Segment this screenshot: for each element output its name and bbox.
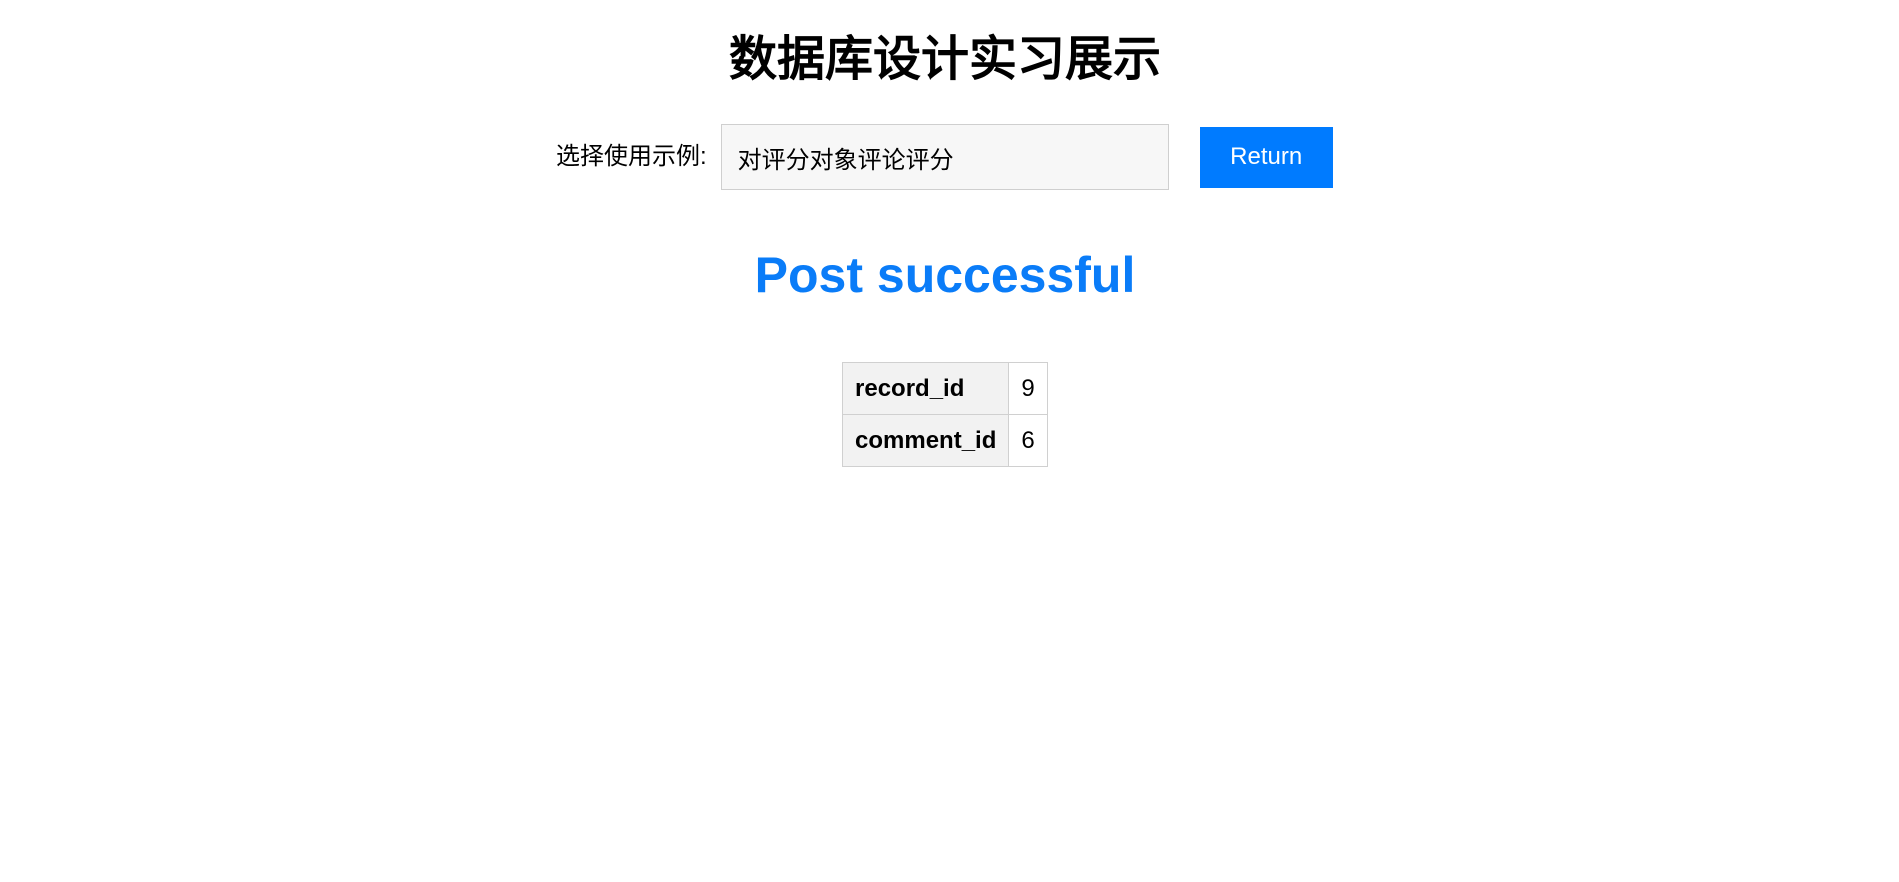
status-message: Post successful (754, 247, 1136, 303)
example-select-value: 对评分对象评论评分 (737, 146, 954, 174)
page-title: 数据库设计实习展示 (728, 33, 1161, 86)
table-row-value: 6 (1008, 414, 1048, 467)
result-table: record_id 9 comment_id 6 (841, 362, 1048, 467)
table-row: record_id 9 (841, 362, 1048, 415)
table-row-key: comment_id (841, 414, 1010, 467)
page: 数据库设计实习展示 选择使用示例: 对评分对象评论评分 Return Post … (0, 0, 1899, 882)
table-row-value: 9 (1008, 362, 1048, 415)
return-button[interactable]: Return (1199, 126, 1333, 188)
example-selector-label: 选择使用示例: (556, 143, 707, 170)
table-row: comment_id 6 (841, 414, 1048, 467)
example-select[interactable]: 对评分对象评论评分 (720, 124, 1169, 190)
table-row-key: record_id (841, 362, 1010, 415)
example-selector-row: 选择使用示例: 对评分对象评论评分 Return (556, 123, 1333, 191)
